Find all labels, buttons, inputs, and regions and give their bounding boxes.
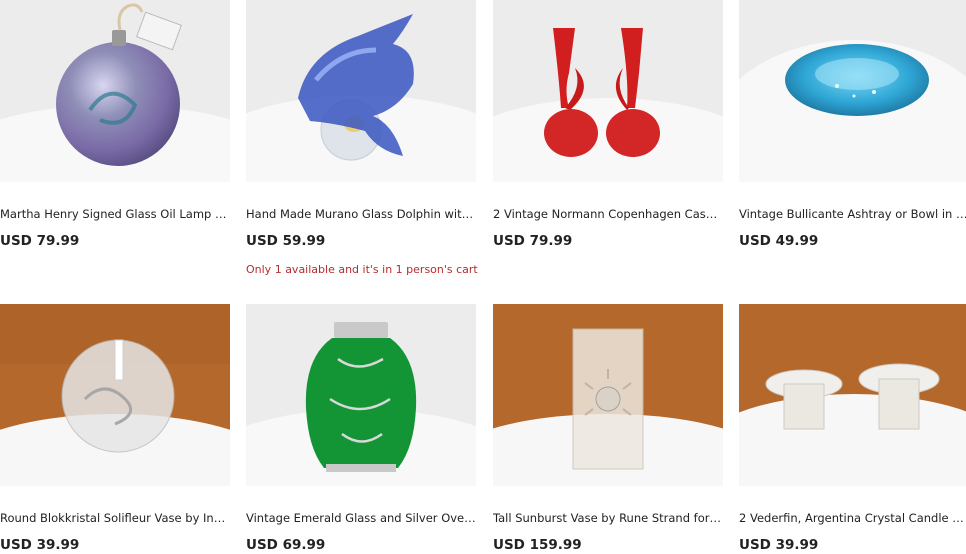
emerald-vase-photo (246, 304, 476, 486)
listing-image-solifleur-vase[interactable] (0, 304, 230, 486)
listing-image-ashtray[interactable] (739, 0, 966, 182)
listing-image-red-candle-holders[interactable] (493, 0, 723, 182)
listing-title[interactable]: 2 Vintage Normann Copenhagen Case... (493, 206, 723, 222)
listing-title[interactable]: Martha Henry Signed Glass Oil Lamp - ... (0, 206, 230, 222)
listing-price: USD 39.99 (739, 537, 819, 553)
listing-price: USD 79.99 (0, 233, 80, 249)
listing-price: USD 59.99 (246, 233, 326, 249)
blue-ashtray-photo (739, 0, 966, 182)
glass-dolphin-photo (246, 0, 476, 182)
listing-price: USD 79.99 (493, 233, 573, 249)
listing-price: USD 69.99 (246, 537, 326, 553)
stock-notice: Only 1 available and it's in 1 person's … (246, 263, 478, 276)
listing-title[interactable]: Vintage Emerald Glass and Silver Overl..… (246, 510, 476, 526)
listing-price: USD 159.99 (493, 537, 582, 553)
oil-lamp-photo (0, 0, 230, 182)
listing-price: USD 49.99 (739, 233, 819, 249)
listing-price: USD 39.99 (0, 537, 80, 553)
listing-image-oil-lamp[interactable] (0, 0, 230, 182)
listing-title[interactable]: Vintage Bullicante Ashtray or Bowl in A.… (739, 206, 966, 222)
sunburst-vase-photo (493, 304, 723, 486)
listing-title[interactable]: Hand Made Murano Glass Dolphin with ... (246, 206, 476, 222)
listing-image-dolphin[interactable] (246, 0, 476, 182)
crystal-candle-holders-photo (739, 304, 966, 486)
listing-title[interactable]: Round Blokkristal Solifleur Vase by Ingr… (0, 510, 230, 526)
solifleur-vase-photo (0, 304, 230, 486)
listing-title[interactable]: 2 Vederfin, Argentina Crystal Candle H..… (739, 510, 966, 526)
listing-image-crystal-candle-holders[interactable] (739, 304, 966, 486)
listing-image-emerald-vase[interactable] (246, 304, 476, 486)
listing-image-sunburst-vase[interactable] (493, 304, 723, 486)
listing-title[interactable]: Tall Sunburst Vase by Rune Strand for S.… (493, 510, 723, 526)
red-candle-holders-photo (493, 0, 723, 182)
